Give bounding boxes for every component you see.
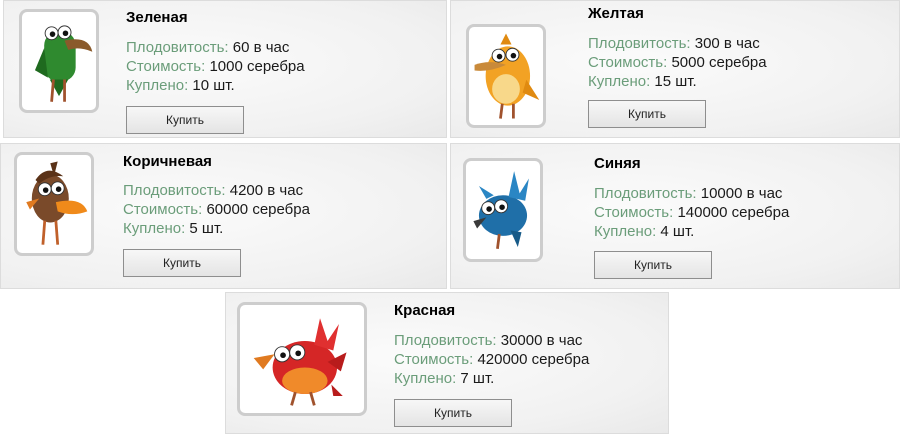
productivity-label: Плодовитость:	[594, 185, 697, 202]
bought-value: 15 шт.	[654, 73, 697, 90]
cost-value: 1000 серебра	[209, 58, 305, 75]
cost-value: 5000 серебра	[671, 54, 767, 71]
bird-name: Зеленая	[126, 9, 188, 26]
bought-label: Куплено:	[594, 223, 657, 240]
bird-stats: Плодовитость: 4200 в час Стоимость: 6000…	[123, 181, 310, 238]
red-bird-thumbnail	[237, 302, 367, 416]
cost-label: Стоимость:	[123, 201, 203, 218]
productivity-value: 60 в час	[232, 39, 290, 56]
bird-stats: Плодовитость: 30000 в час Стоимость: 420…	[394, 331, 589, 388]
green-bird-icon	[34, 25, 93, 102]
bird-card-yellow: Желтая Плодовитость: 300 в час Стоимость…	[450, 0, 900, 138]
buy-button-yellow[interactable]: Купить	[588, 100, 706, 128]
productivity-value: 30000 в час	[500, 332, 583, 349]
productivity-label: Плодовитость:	[394, 332, 497, 349]
productivity-value: 10000 в час	[700, 185, 783, 202]
cost-value: 140000 серебра	[677, 204, 790, 221]
bought-value: 4 шт.	[660, 223, 695, 240]
bird-name: Синяя	[594, 155, 641, 172]
green-bird-thumbnail	[19, 9, 99, 113]
bird-card-brown: Коричневая Плодовитость: 4200 в час Стои…	[0, 143, 447, 289]
bought-label: Куплено:	[123, 220, 186, 237]
bird-name: Коричневая	[123, 153, 212, 170]
bird-name: Желтая	[588, 5, 644, 22]
bought-label: Куплено:	[126, 77, 189, 94]
cost-value: 60000 серебра	[206, 201, 310, 218]
bought-value: 5 шт.	[189, 220, 224, 237]
buy-button-brown[interactable]: Купить	[123, 249, 241, 277]
blue-bird-thumbnail	[463, 158, 543, 262]
bought-value: 10 шт.	[192, 77, 235, 94]
brown-bird-thumbnail	[14, 152, 94, 256]
bought-label: Куплено:	[394, 370, 457, 387]
bird-stats: Плодовитость: 60 в час Стоимость: 1000 с…	[126, 38, 305, 95]
brown-bird-icon	[26, 161, 88, 245]
buy-button-blue[interactable]: Купить	[594, 251, 712, 279]
buy-button-green[interactable]: Купить	[126, 106, 244, 134]
blue-bird-icon	[473, 171, 529, 250]
cost-label: Стоимость:	[126, 58, 206, 75]
cost-label: Стоимость:	[594, 204, 674, 221]
buy-button-red[interactable]: Купить	[394, 399, 512, 427]
productivity-value: 4200 в час	[229, 182, 304, 199]
cost-label: Стоимость:	[394, 351, 474, 368]
bird-card-red: Красная Плодовитость: 30000 в час Стоимо…	[225, 292, 669, 434]
bird-stats: Плодовитость: 300 в час Стоимость: 5000 …	[588, 34, 767, 91]
bird-card-blue: Синяя Плодовитость: 10000 в час Стоимост…	[450, 143, 900, 289]
bird-name: Красная	[394, 302, 456, 319]
cost-value: 420000 серебра	[477, 351, 590, 368]
yellow-bird-icon	[474, 33, 540, 119]
bought-value: 7 шт.	[460, 370, 495, 387]
bird-stats: Плодовитость: 10000 в час Стоимость: 140…	[594, 184, 789, 241]
productivity-label: Плодовитость:	[588, 35, 691, 52]
productivity-label: Плодовитость:	[123, 182, 226, 199]
cost-label: Стоимость:	[588, 54, 668, 71]
productivity-value: 300 в час	[694, 35, 760, 52]
bought-label: Куплено:	[588, 73, 651, 90]
red-bird-icon	[253, 318, 347, 406]
bird-card-green: Зеленая Плодовитость: 60 в час Стоимость…	[3, 0, 447, 138]
productivity-label: Плодовитость:	[126, 39, 229, 56]
yellow-bird-thumbnail	[466, 24, 546, 128]
